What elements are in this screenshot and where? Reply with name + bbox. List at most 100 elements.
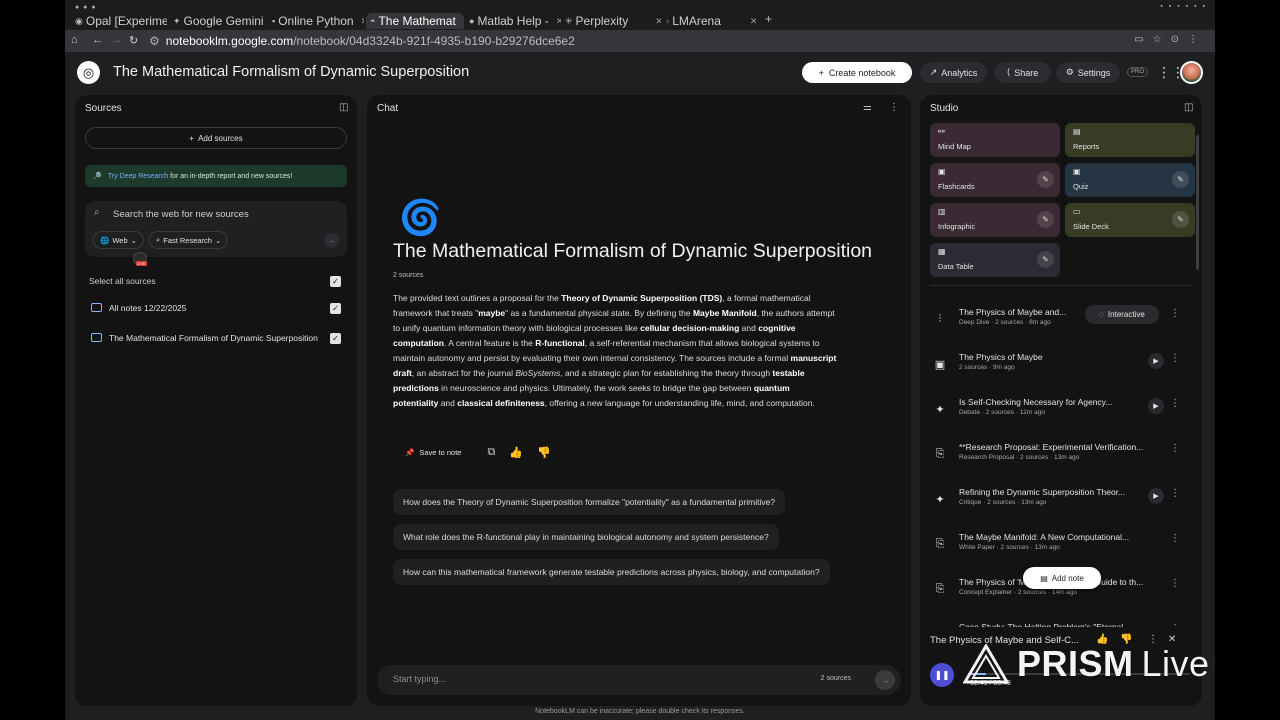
summary-segment: and (438, 398, 458, 408)
studio-output-item[interactable]: ✦ Refining the Dynamic Superposition The… (920, 485, 1202, 525)
search-icon: ⌕ (94, 207, 100, 218)
studio-output-item[interactable]: ⎘ **Research Proposal: Experimental Veri… (920, 440, 1202, 480)
flashcards-icon: ▣ (938, 167, 946, 176)
create-notebook-button[interactable]: + Create notebook (802, 62, 912, 83)
select-all-checkbox[interactable]: ✓ (330, 276, 341, 287)
notebook-title[interactable]: The Mathematical Formalism of Dynamic Su… (113, 64, 469, 80)
collapse-panel-icon[interactable]: ◫ (1184, 102, 1193, 113)
site-info-icon[interactable]: ⚙ (149, 34, 160, 48)
more-vert-icon[interactable]: ⋮ (889, 102, 899, 113)
tab-python[interactable]: ▪Online Python✕ (272, 13, 364, 29)
edit-icon[interactable]: ✎ (1037, 171, 1054, 188)
studio-tile-reports[interactable]: ▤ Reports (1065, 123, 1195, 157)
studio-output-item[interactable]: ▣ The Physics of Maybe 2 sources · 9m ag… (920, 350, 1202, 390)
more-vert-icon[interactable]: ⋮ (1170, 353, 1180, 364)
edit-icon[interactable]: ✎ (1037, 211, 1054, 228)
studio-tile-quiz[interactable]: ▣ Quiz ✎ (1065, 163, 1195, 197)
thumbs-up-icon[interactable]: 👍 (509, 446, 523, 459)
close-icon[interactable]: ✕ (655, 16, 661, 27)
studio-output-item[interactable]: ✦ Is Self-Checking Necessary for Agency.… (920, 395, 1202, 435)
app-window: ● ● ● ◉Opal [Experime✕ ✦Google Gemini✕ ▪… (65, 0, 1215, 720)
slidedeck-icon: ▭ (1073, 207, 1081, 216)
studio-tile-mind-map[interactable]: ⚯ Mind Map (930, 123, 1060, 157)
edit-icon[interactable]: ✎ (1037, 251, 1054, 268)
source-checkbox[interactable]: ✓ (330, 303, 341, 314)
copy-icon[interactable]: ⧉ (487, 446, 495, 459)
studio-output-item[interactable]: ⎘ The Maybe Manifold: A New Computationa… (920, 530, 1202, 570)
send-button[interactable]: → (875, 670, 895, 690)
save-to-note-button[interactable]: 📌 Save to note (393, 448, 473, 457)
tab-matlab[interactable]: ● Matlab Help - ✕ (469, 13, 561, 29)
close-icon[interactable]: ✕ (463, 16, 464, 27)
sources-heading: Sources (85, 103, 122, 114)
more-vert-icon[interactable]: ⋮ (1170, 398, 1180, 409)
interactive-button[interactable]: ◌ Interactive (1085, 305, 1159, 324)
close-icon[interactable]: ✕ (556, 16, 561, 27)
notebooklm-icon: ◓ (370, 16, 376, 26)
thumbs-down-icon[interactable]: 👎 (537, 446, 551, 459)
edit-icon[interactable]: ✎ (1172, 211, 1189, 228)
forward-icon[interactable]: → (111, 34, 122, 46)
suggested-question[interactable]: How can this mathematical framework gene… (393, 559, 830, 585)
pause-button[interactable]: ❚❚ (930, 663, 954, 687)
tab-perplexity[interactable]: ✳ Perplexity ✕ (565, 13, 661, 29)
source-checkbox[interactable]: ✓ (330, 333, 341, 344)
add-note-button[interactable]: ▤ Add note (1023, 567, 1101, 589)
collapse-panel-icon[interactable]: ◫ (339, 102, 348, 113)
divider (930, 285, 1192, 286)
new-tab-button[interactable]: + (765, 12, 772, 26)
source-item[interactable]: All notes 12/22/2025 ✓ (75, 298, 357, 320)
settings-button[interactable]: ⚙ Settings (1056, 62, 1120, 83)
share-button[interactable]: ⟨ Share (994, 62, 1051, 83)
play-icon[interactable]: ▶ (1148, 353, 1164, 369)
tab-lmarena[interactable]: ▫ LMArena ✕ (666, 13, 758, 29)
close-icon[interactable]: ✕ (750, 16, 758, 27)
avatar[interactable] (1180, 61, 1203, 84)
suggested-question[interactable]: What role does the R-functional play in … (393, 524, 779, 550)
suggested-question[interactable]: How does the Theory of Dynamic Superposi… (393, 489, 786, 515)
summary-segment: in neuroscience and physics. Ultimately,… (438, 383, 754, 393)
studio-output-item[interactable]: ⫶ The Physics of Maybe and... Deep Dive … (920, 305, 1202, 345)
address-bar-actions[interactable]: ▭☆⊙⋮ (1134, 34, 1207, 45)
chevron-down-icon: ⌄ (214, 235, 222, 245)
web-source-dropdown[interactable]: 🌐 Web ⌄ (93, 231, 144, 249)
back-icon[interactable]: ← (92, 34, 103, 46)
tune-icon[interactable]: ⚌ (863, 102, 872, 113)
studio-tile-slide-deck[interactable]: ▭ Slide Deck ✎ (1065, 203, 1195, 237)
submit-search-button[interactable]: → (324, 233, 339, 248)
home-icon[interactable]: ⌂ (71, 34, 78, 46)
studio-tile-data-table[interactable]: ▦ Data Table ✎ (930, 243, 1060, 277)
more-vert-icon[interactable]: ⋮ (1170, 488, 1180, 499)
url-field[interactable]: ⚙ notebooklm.google.com/notebook/04d3324b… (149, 34, 575, 48)
web-search-input[interactable]: Search the web for new sources (113, 209, 249, 220)
tab-notebooklm[interactable]: ◓The Mathemat✕ (366, 13, 464, 29)
reload-icon[interactable]: ↻ (129, 34, 138, 47)
research-mode-dropdown[interactable]: ⌕ Fast Research ⌄ (149, 231, 229, 249)
play-icon[interactable]: ▶ (1148, 488, 1164, 504)
chat-notebook-title: The Mathematical Formalism of Dynamic Su… (393, 240, 873, 262)
studio-tile-infographic[interactable]: ▥ Infographic ✎ (930, 203, 1060, 237)
edit-icon[interactable]: ✎ (1172, 171, 1189, 188)
tab-gemini[interactable]: ✦Google Gemini✕ (173, 13, 265, 29)
sparkle-audio-icon: ✦ (935, 404, 945, 416)
analytics-button[interactable]: ↗ Analytics (920, 62, 987, 83)
source-item[interactable]: The Mathematical Formalism of Dynamic Su… (75, 328, 357, 350)
studio-tile-flashcards[interactable]: ▣ Flashcards ✎ (930, 163, 1060, 197)
more-vert-icon[interactable]: ⋮ (1170, 443, 1180, 454)
scrollbar[interactable] (1196, 135, 1199, 270)
more-vert-icon[interactable]: ⋮ (1170, 308, 1180, 319)
notebooklm-logo-icon[interactable]: ◎ (77, 61, 100, 84)
more-vert-icon[interactable]: ⋮ (1170, 533, 1180, 544)
select-all-row[interactable]: Select all sources ✓ (75, 271, 357, 293)
summary-segment: " as a fundamental physical state. By de… (505, 308, 693, 318)
datatable-icon: ▦ (938, 247, 946, 256)
more-vert-icon[interactable]: ⋮ (1170, 578, 1180, 589)
deep-research-link[interactable]: Try Deep Research (108, 173, 168, 180)
chat-input[interactable]: Start typing... (393, 674, 446, 684)
close-icon[interactable]: ✕ (361, 16, 364, 27)
play-icon[interactable]: ▶ (1148, 398, 1164, 414)
window-controls[interactable]: ● ● ● (75, 4, 97, 11)
tab-opal[interactable]: ◉Opal [Experime✕ (75, 13, 167, 29)
add-sources-button[interactable]: + Add sources (85, 127, 347, 149)
prism-live-watermark: PRISM Live (963, 643, 1210, 684)
